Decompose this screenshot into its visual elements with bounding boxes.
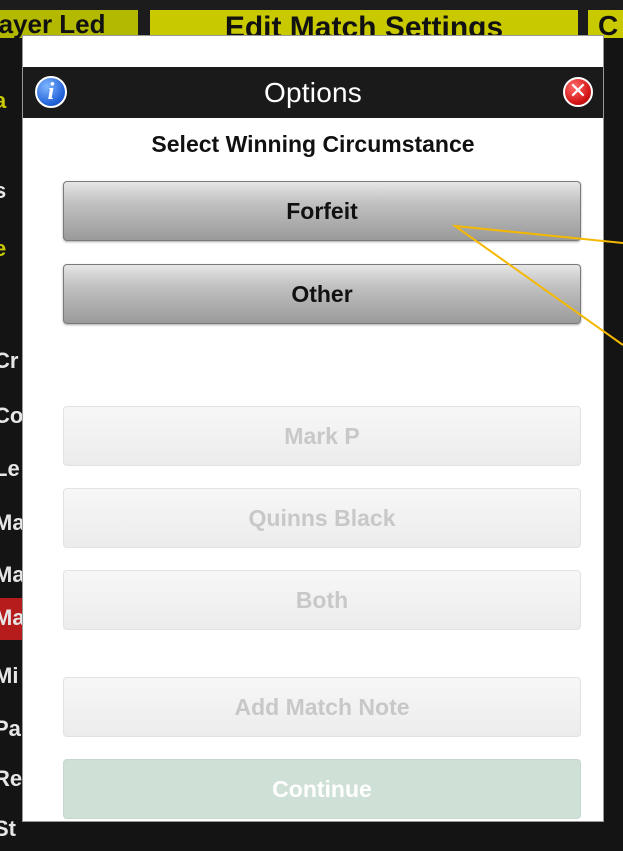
background-row-8: Ma — [0, 605, 22, 630]
forfeit-button[interactable]: Forfeit — [63, 181, 581, 241]
dialog-header: i Options ✕ — [23, 67, 603, 118]
close-glyph: ✕ — [568, 78, 588, 104]
dialog-title: Options — [264, 76, 362, 108]
player2-button[interactable]: Quinns Black — [63, 488, 581, 548]
background-row-5: Le — [0, 456, 20, 481]
dialog-subtitle: Select Winning Circumstance — [151, 131, 475, 157]
background-right-tab: C — [588, 10, 623, 38]
background-left-edge: a s e Cr Co Le Ma Ma Ma Mi Pa Re St — [0, 38, 22, 851]
options-dialog: i Options ✕ Select Winning Circumstance … — [22, 35, 604, 822]
continue-button[interactable]: Continue — [63, 759, 581, 819]
other-button[interactable]: Other — [63, 264, 581, 324]
background-left-tab: Player Led — [0, 10, 138, 38]
background-row-1: s — [0, 178, 7, 203]
background-row-6: Ma — [0, 510, 22, 535]
player1-button[interactable]: Mark P — [63, 406, 581, 466]
background-row-3: Cr — [0, 348, 19, 373]
background-row-12: St — [0, 816, 16, 841]
add-match-note-button[interactable]: Add Match Note — [63, 677, 581, 737]
both-button[interactable]: Both — [63, 570, 581, 630]
info-icon[interactable]: i — [35, 76, 67, 108]
background-row-7: Ma — [0, 562, 22, 587]
dialog-top-strip — [23, 36, 603, 67]
background-row-11: Re — [0, 766, 22, 791]
background-row-9: Mi — [0, 663, 19, 688]
background-topbar: Player Led Edit Match Settings C — [0, 0, 623, 38]
background-row-0: a — [0, 88, 7, 113]
background-row-10: Pa — [0, 716, 21, 741]
close-icon[interactable]: ✕ — [563, 77, 593, 107]
background-row-4: Co — [0, 403, 22, 428]
background-page-title: Edit Match Settings — [150, 10, 578, 38]
info-glyph: i — [47, 79, 55, 105]
background-row-2: e — [0, 236, 7, 261]
